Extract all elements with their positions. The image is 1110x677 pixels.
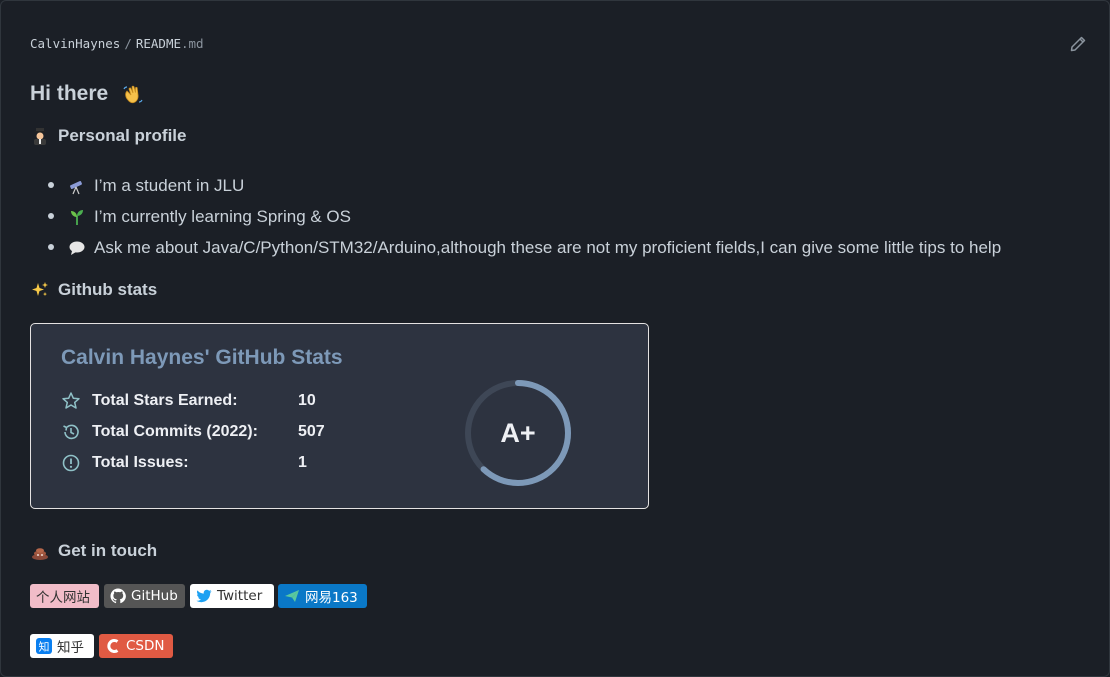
profile-list: I’m a student in JLU I’m currently learn… <box>48 170 1001 263</box>
stat-row-commits: Total Commits (2022): 507 <box>61 420 325 444</box>
list-item-text: I’m currently learning Spring & OS <box>94 206 351 226</box>
stat-value: 1 <box>298 454 307 471</box>
zhihu-badge[interactable]: 知 知乎 <box>30 634 94 658</box>
waving-hand-icon <box>123 86 143 104</box>
issue-icon <box>62 454 80 472</box>
svg-text:知: 知 <box>39 639 50 653</box>
file-extension: .md <box>181 35 204 51</box>
student-icon <box>33 128 47 145</box>
netease-163-badge[interactable]: 网易163 <box>278 584 367 608</box>
stats-heading: Github stats <box>30 278 157 302</box>
rank-grade: A+ <box>500 417 536 448</box>
breadcrumb: CalvinHaynes / README .md <box>30 34 204 52</box>
list-item: Ask me about Java/C/Python/STM32/Arduino… <box>48 232 1001 263</box>
badge-label: 知乎 <box>57 640 84 656</box>
pencil-icon[interactable] <box>1068 34 1088 54</box>
personal-website-badge[interactable]: 个人网站 <box>30 584 99 608</box>
zhihu-icon: 知 <box>36 638 52 654</box>
profile-heading: Personal profile <box>30 124 186 148</box>
sparkles-icon <box>32 282 48 296</box>
greeting-text: Hi there <box>30 82 109 105</box>
seedling-icon <box>71 209 83 225</box>
github-badge[interactable]: GitHub <box>104 584 185 608</box>
contact-heading: Get in touch <box>30 539 157 563</box>
list-item: I’m a student in JLU <box>48 170 1001 201</box>
badge-label: 网易163 <box>305 590 358 606</box>
profile-heading-text: Personal profile <box>58 126 187 145</box>
csdn-badge[interactable]: CSDN <box>99 634 173 658</box>
twitter-badge[interactable]: Twitter <box>190 584 274 608</box>
pile-of-poo-icon <box>32 548 48 560</box>
github-icon <box>110 588 126 604</box>
badge-label: CSDN <box>126 638 165 654</box>
stat-row-issues: Total Issues: 1 <box>61 451 307 475</box>
stat-label: Total Stars Earned: <box>92 392 238 409</box>
badge-label: Twitter <box>217 588 263 604</box>
greeting-heading: Hi there <box>30 80 144 108</box>
csdn-icon <box>107 639 119 653</box>
file-name: README <box>135 35 181 51</box>
stat-value: 507 <box>298 423 325 440</box>
history-icon <box>63 424 79 440</box>
list-item-text: Ask me about Java/C/Python/STM32/Arduino… <box>94 237 1002 257</box>
badge-label: 个人网站 <box>36 590 90 606</box>
contact-heading-text: Get in touch <box>58 541 158 560</box>
send-icon <box>285 590 299 602</box>
list-item-text: I’m a student in JLU <box>94 175 245 195</box>
badge-label: GitHub <box>131 588 178 604</box>
repo-owner-link[interactable]: CalvinHaynes <box>30 36 120 51</box>
twitter-icon <box>196 589 212 603</box>
breadcrumb-separator: / <box>124 35 132 51</box>
telescope-icon <box>70 180 82 194</box>
github-stats-card[interactable]: Calvin Haynes' GitHub Stats Total Stars … <box>30 323 649 509</box>
stat-label: Total Issues: <box>92 454 189 471</box>
star-icon <box>62 392 80 409</box>
stats-heading-text: Github stats <box>58 280 158 299</box>
list-item: I’m currently learning Spring & OS <box>48 201 1001 232</box>
stat-value: 10 <box>298 392 316 409</box>
stats-card-title: Calvin Haynes' GitHub Stats <box>61 346 343 369</box>
stat-label: Total Commits (2022): <box>92 423 258 440</box>
rank-circle: A+ <box>462 377 574 489</box>
speech-balloon-icon <box>69 241 85 255</box>
stat-row-stars: Total Stars Earned: 10 <box>61 389 316 413</box>
